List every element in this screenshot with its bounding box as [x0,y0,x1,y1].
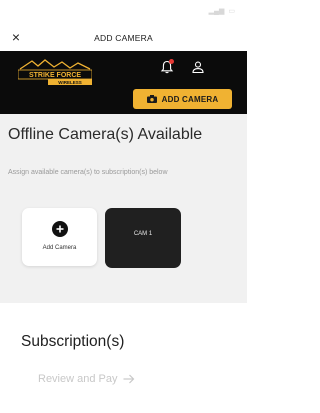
add-camera-tile-label: Add Camera [42,245,77,251]
arrow-right-icon [123,374,134,384]
title-bar: ADD CAMERA × [0,25,247,51]
screen: ▂▄▆ ▭ ADD CAMERA × STRIKE FORCE WIRELESS [0,0,247,413]
user-icon[interactable] [191,60,205,74]
camera-tile-label: CAM 1 [133,231,153,237]
brand-line1: STRIKE FORCE [29,72,81,79]
notification-dot [169,59,174,64]
header: STRIKE FORCE WIRELESS ADD CAMERA [0,51,247,114]
offline-cameras-section: Offline Camera(s) Available Assign avail… [0,114,247,303]
review-and-pay-label: Review and Pay [38,373,118,385]
camera-icon [146,95,157,103]
status-bar: ▂▄▆ ▭ [0,0,247,22]
page-title: ADD CAMERA [94,33,153,43]
offline-cameras-heading: Offline Camera(s) Available [8,126,203,143]
signal-icon: ▂▄▆ [208,8,225,15]
offline-cameras-subtext: Assign available camera(s) to subscripti… [8,169,168,176]
battery-icon: ▭ [228,8,235,15]
subscriptions-heading: Subscription(s) [21,333,125,350]
plus-icon [52,221,68,237]
close-icon[interactable]: × [6,27,26,47]
brand-logo: STRIKE FORCE WIRELESS [18,59,92,85]
add-camera-button-label: ADD CAMERA [161,94,219,104]
review-and-pay-link[interactable]: Review and Pay [38,373,135,385]
brand-line2: WIRELESS [58,80,82,85]
camera-tile[interactable]: CAM 1 [105,208,181,268]
add-camera-tile[interactable]: Add Camera [22,208,97,266]
add-camera-button[interactable]: ADD CAMERA [133,89,232,109]
